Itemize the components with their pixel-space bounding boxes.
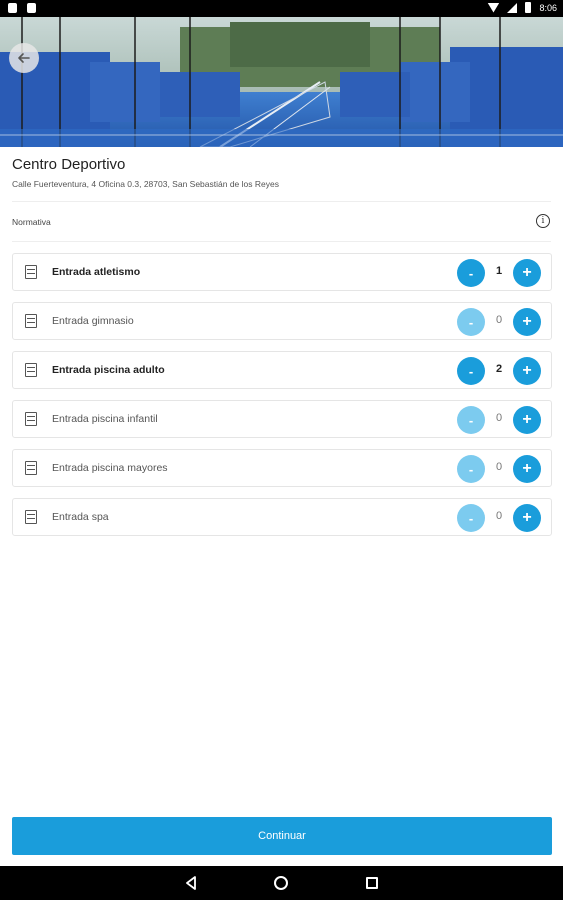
normativa-label: Normativa xyxy=(12,217,51,227)
ticket-row: Entrada piscina infantil - 0 + xyxy=(12,400,552,438)
ticket-row: Entrada spa - 0 + xyxy=(12,498,552,536)
ticket-row: Entrada gimnasio - 0 + xyxy=(12,302,552,340)
wifi-icon xyxy=(487,2,500,13)
signal-icon xyxy=(507,2,518,13)
decrease-quantity-button[interactable]: - xyxy=(457,357,485,385)
back-button[interactable] xyxy=(9,43,39,73)
decrease-quantity-button[interactable]: - xyxy=(457,504,485,532)
notification-icons xyxy=(8,3,36,13)
increase-quantity-button[interactable]: + xyxy=(513,504,541,532)
increase-quantity-button[interactable]: + xyxy=(513,259,541,287)
quantity-value: 0 xyxy=(495,510,503,522)
info-icon[interactable]: i xyxy=(536,214,550,228)
system-icons: 8:06 xyxy=(487,2,557,13)
ticket-list: Entrada atletismo - 1 + Entrada gimnasio… xyxy=(12,253,552,547)
battery-icon xyxy=(525,2,532,13)
ticket-row: Entrada atletismo - 1 + xyxy=(12,253,552,291)
venue-hero-image xyxy=(0,17,563,147)
padel-court-photo xyxy=(0,17,563,147)
system-navigation-bar xyxy=(0,866,563,900)
ticket-label: Entrada gimnasio xyxy=(52,315,134,327)
nav-home-icon[interactable] xyxy=(274,876,288,890)
continue-button[interactable]: Continuar xyxy=(12,817,552,855)
quantity-value: 0 xyxy=(495,314,503,326)
ticket-label: Entrada spa xyxy=(52,511,109,523)
ticket-icon xyxy=(25,314,37,328)
venue-address: Calle Fuerteventura, 4 Oficina 0.3, 2870… xyxy=(12,179,279,189)
clock: 8:06 xyxy=(539,2,557,13)
notification-icon xyxy=(27,3,36,13)
increase-quantity-button[interactable]: + xyxy=(513,406,541,434)
nav-recent-apps-icon[interactable] xyxy=(366,877,378,889)
ticket-icon xyxy=(25,510,37,524)
arrow-left-icon xyxy=(18,53,30,63)
ticket-icon xyxy=(25,412,37,426)
quantity-value: 2 xyxy=(495,363,503,375)
increase-quantity-button[interactable]: + xyxy=(513,455,541,483)
ticket-icon xyxy=(25,461,37,475)
quantity-value: 1 xyxy=(495,265,503,277)
ticket-label: Entrada piscina mayores xyxy=(52,462,168,474)
venue-name: Centro Deportivo xyxy=(12,156,126,173)
decrease-quantity-button[interactable]: - xyxy=(457,308,485,336)
decrease-quantity-button[interactable]: - xyxy=(457,406,485,434)
decrease-quantity-button[interactable]: - xyxy=(457,259,485,287)
ticket-label: Entrada piscina adulto xyxy=(52,364,165,376)
ticket-icon xyxy=(25,363,37,377)
decrease-quantity-button[interactable]: - xyxy=(457,455,485,483)
notification-icon xyxy=(8,3,17,13)
status-bar: 8:06 xyxy=(0,0,563,17)
divider xyxy=(12,241,551,242)
ticket-row: Entrada piscina mayores - 0 + xyxy=(12,449,552,487)
ticket-label: Entrada piscina infantil xyxy=(52,413,158,425)
ticket-icon xyxy=(25,265,37,279)
quantity-value: 0 xyxy=(495,412,503,424)
nav-back-icon[interactable] xyxy=(184,876,198,890)
ticket-label: Entrada atletismo xyxy=(52,266,141,278)
increase-quantity-button[interactable]: + xyxy=(513,308,541,336)
divider xyxy=(12,201,551,202)
ticket-row: Entrada piscina adulto - 2 + xyxy=(12,351,552,389)
increase-quantity-button[interactable]: + xyxy=(513,357,541,385)
quantity-value: 0 xyxy=(495,461,503,473)
